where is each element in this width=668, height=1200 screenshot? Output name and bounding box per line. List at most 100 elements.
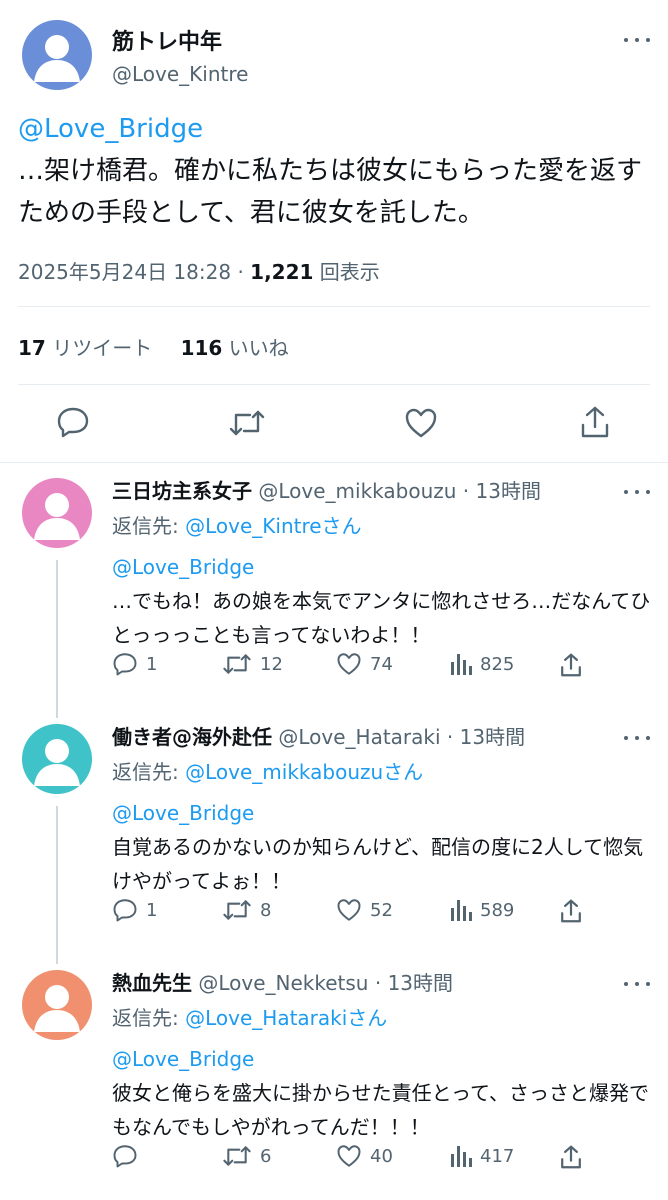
reply-to-line: 返信先: @Love_Kintreさん — [112, 512, 362, 540]
share-icon[interactable] — [580, 405, 610, 439]
reply-to-line: 返信先: @Love_mikkabouzuさん — [112, 758, 423, 786]
reply-button[interactable]: 1 — [112, 898, 157, 922]
reply-to-handle[interactable]: @Love_Hatarakiさん — [185, 1006, 387, 1030]
divider — [18, 384, 650, 385]
views-button[interactable]: 417 — [450, 1144, 514, 1168]
tweet-date[interactable]: 2025年5月24日 18:28 — [18, 260, 231, 284]
meta-separator: · — [237, 260, 244, 284]
like-count: 52 — [370, 899, 393, 921]
author-handle[interactable]: @Love_Hataraki — [278, 725, 440, 749]
default-avatar-icon — [22, 970, 92, 1040]
avatar[interactable] — [22, 724, 92, 794]
reply-time[interactable]: 13時間 — [476, 479, 541, 503]
like-icon[interactable] — [404, 407, 438, 439]
retweet-button[interactable]: 12 — [222, 652, 283, 676]
mention-link[interactable]: @Love_Bridge — [112, 796, 652, 830]
retweet-icon — [223, 900, 251, 920]
reply-time[interactable]: 13時間 — [460, 725, 525, 749]
reply-icon[interactable] — [56, 406, 90, 438]
reply-to-line: 返信先: @Love_Hatarakiさん — [112, 1004, 387, 1032]
reply-button[interactable]: 1 — [112, 652, 157, 676]
share-button[interactable] — [560, 1144, 582, 1170]
like-label[interactable]: いいね — [229, 336, 289, 360]
like-count[interactable]: 116 — [181, 336, 223, 360]
avatar[interactable] — [22, 970, 92, 1040]
tweet-thread-page: 筋トレ中年 @Love_Kintre @Love_Bridge …架け橋君。確か… — [0, 0, 668, 1200]
retweet-icon — [223, 1146, 251, 1166]
share-icon — [561, 653, 581, 677]
reply-icon — [113, 1145, 137, 1168]
author-name[interactable]: 筋トレ中年 — [112, 24, 222, 56]
header-separator: · — [374, 971, 382, 995]
share-icon — [561, 899, 581, 923]
tweet-text: @Love_Bridge …架け橋君。確かに私たちは彼女にもらった愛を返すための… — [18, 108, 658, 234]
views-button[interactable]: 825 — [450, 652, 514, 676]
share-button[interactable] — [560, 898, 582, 924]
view-count: 825 — [480, 653, 515, 675]
like-button[interactable]: 74 — [336, 652, 393, 676]
reply-text: @Love_Bridge 彼女と俺らを盛大に掛からせた責任とって、さっさと爆発で… — [112, 1042, 652, 1144]
views-icon — [451, 1146, 472, 1167]
reply-to-handle[interactable]: @Love_Kintreさん — [185, 514, 361, 538]
reply-to-label: 返信先: — [112, 514, 179, 538]
author-name[interactable]: 三日坊主系女子 — [112, 479, 252, 503]
more-options-icon[interactable] — [624, 36, 650, 44]
divider — [18, 306, 650, 307]
like-count: 40 — [370, 1145, 393, 1167]
tweet-meta: 2025年5月24日 18:28 · 1,221 回表示 — [18, 256, 380, 285]
author-handle[interactable]: @Love_Nekketsu — [198, 971, 368, 995]
default-avatar-icon — [22, 20, 92, 90]
more-options-icon[interactable] — [624, 980, 650, 988]
view-count: 1,221 — [250, 260, 314, 284]
share-button[interactable] — [560, 652, 582, 678]
like-count: 74 — [370, 653, 393, 675]
mention-link[interactable]: @Love_Bridge — [112, 1042, 652, 1076]
retweet-button[interactable]: 6 — [222, 1144, 271, 1168]
mention-link[interactable]: @Love_Bridge — [18, 108, 658, 150]
thread-line — [56, 806, 58, 964]
reply-button[interactable] — [112, 1144, 146, 1168]
retweet-button[interactable]: 8 — [222, 898, 271, 922]
reply-time[interactable]: 13時間 — [388, 971, 453, 995]
engagement-counts: 17 リツイート 116 いいね — [18, 332, 299, 361]
like-button[interactable]: 52 — [336, 898, 393, 922]
reply-icon — [113, 653, 137, 676]
mention-link[interactable]: @Love_Bridge — [112, 550, 652, 584]
retweet-count: 12 — [260, 653, 283, 675]
tweet-body: …架け橋君。確かに私たちは彼女にもらった愛を返すための手段として、君に彼女を託し… — [18, 156, 643, 228]
author-handle[interactable]: @Love_mikkabouzu — [258, 479, 456, 503]
reply-text: @Love_Bridge 自覚あるのかないのか知らんけど、配信の度に2人して惚気… — [112, 796, 652, 898]
avatar[interactable] — [22, 20, 92, 90]
reply-action-bar: 6 40 417 — [112, 1144, 652, 1174]
divider — [0, 462, 668, 463]
main-action-bar — [0, 404, 668, 444]
retweet-count: 6 — [260, 1145, 272, 1167]
header-separator: · — [462, 479, 470, 503]
author-name[interactable]: 熱血先生 — [112, 971, 192, 995]
default-avatar-icon — [22, 478, 92, 548]
retweet-count: 8 — [260, 899, 272, 921]
retweet-label[interactable]: リツイート — [52, 336, 152, 360]
views-icon — [451, 900, 472, 921]
avatar[interactable] — [22, 478, 92, 548]
like-icon — [337, 653, 361, 675]
reply-to-handle[interactable]: @Love_mikkabouzuさん — [185, 760, 423, 784]
reply-action-bar: 1 8 52 589 — [112, 898, 652, 928]
reply-count: 1 — [146, 653, 158, 675]
thread-line — [56, 560, 58, 718]
retweet-icon — [223, 654, 251, 674]
more-options-icon[interactable] — [624, 734, 650, 742]
author-handle[interactable]: @Love_Kintre — [112, 62, 248, 86]
views-button[interactable]: 589 — [450, 898, 514, 922]
reply-header: 熱血先生 @Love_Nekketsu · 13時間 — [112, 970, 453, 996]
reply-count: 1 — [146, 899, 158, 921]
more-options-icon[interactable] — [624, 488, 650, 496]
reply-header: 働き者@海外赴任 @Love_Hataraki · 13時間 — [112, 724, 525, 750]
retweet-icon[interactable] — [228, 408, 266, 438]
default-avatar-icon — [22, 724, 92, 794]
reply-action-bar: 1 12 74 825 — [112, 652, 652, 682]
reply-text: @Love_Bridge …でもね！あの娘を本気でアンタに惚れさせろ…だなんてひ… — [112, 550, 652, 652]
like-button[interactable]: 40 — [336, 1144, 393, 1168]
author-name[interactable]: 働き者@海外赴任 — [112, 725, 272, 749]
retweet-count[interactable]: 17 — [18, 336, 46, 360]
